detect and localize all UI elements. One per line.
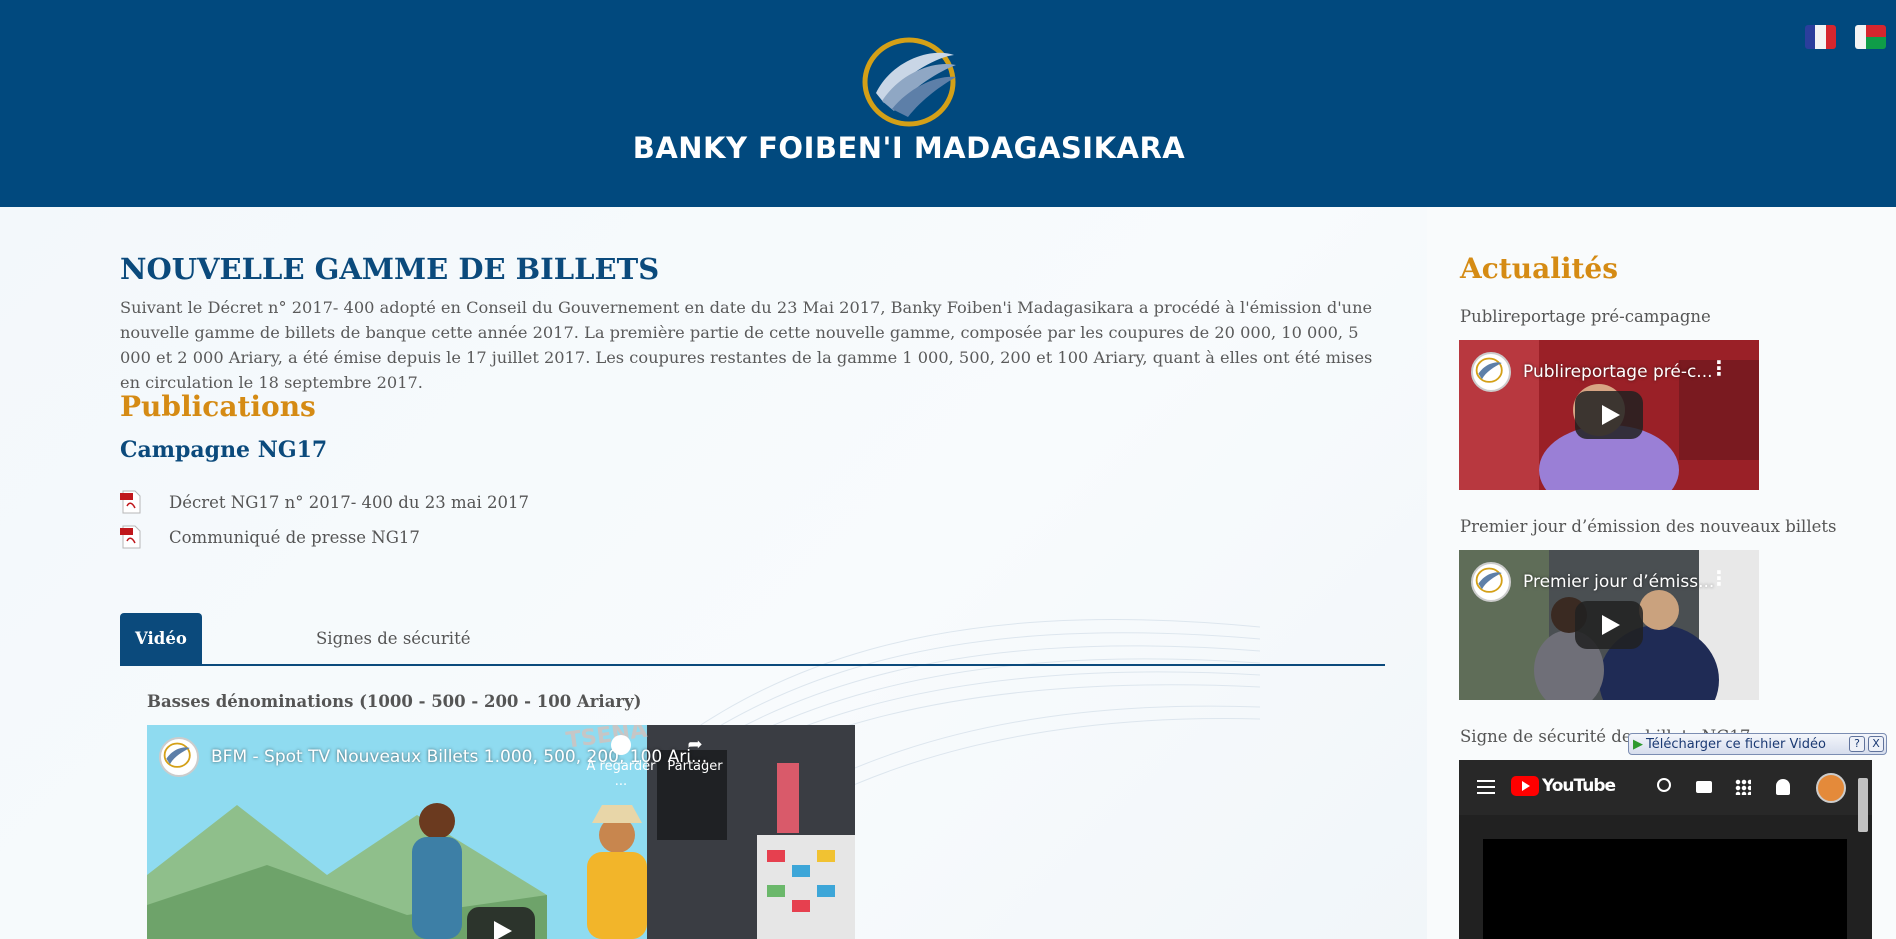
help-button[interactable]: ? <box>1849 736 1865 752</box>
document-label[interactable]: Décret NG17 n° 2017- 400 du 23 mai 2017 <box>169 493 529 512</box>
channel-avatar[interactable] <box>1471 562 1511 602</box>
news-caption: Premier jour d’émission des nouveaux bil… <box>1460 517 1837 536</box>
user-avatar[interactable] <box>1816 773 1846 803</box>
flag-madagascar-icon[interactable] <box>1855 25 1886 49</box>
share-label: Partager <box>667 759 723 774</box>
tab-security-signs[interactable]: Signes de sécurité <box>316 613 470 664</box>
news-heading: Actualités <box>1460 252 1618 285</box>
news-video-player[interactable]: Premier jour d’émiss... ⋮ <box>1459 550 1759 700</box>
bank-logo-icon[interactable] <box>862 35 957 128</box>
video-title[interactable]: Publireportage pré-c... <box>1523 362 1713 382</box>
more-options-icon[interactable]: ⋮ <box>1709 358 1729 378</box>
watch-later-label: À regarder ... <box>586 759 656 789</box>
video-caption: Basses dénominations (1000 - 500 - 200 -… <box>147 692 642 711</box>
video-title[interactable]: Premier jour d’émiss... <box>1523 572 1714 592</box>
video-title-bar: Publireportage pré-c... <box>1471 352 1713 392</box>
youtube-top-bar: YouTube <box>1459 760 1872 815</box>
share-button[interactable]: ➦ Partager <box>665 734 725 775</box>
document-label[interactable]: Communiqué de presse NG17 <box>169 528 420 547</box>
news-caption: Publireportage pré-campagne <box>1460 307 1711 326</box>
play-arrow-icon: ▶ <box>1633 736 1643 752</box>
download-video-bar[interactable]: ▶ Télécharger ce fichier Vidéo ? X <box>1628 733 1887 755</box>
watch-later-button[interactable]: À regarder ... <box>584 735 658 789</box>
download-label: Télécharger ce fichier Vidéo <box>1646 736 1826 752</box>
document-link-decree[interactable]: Décret NG17 n° 2017- 400 du 23 mai 2017 <box>120 489 529 515</box>
main-content: NOUVELLE GAMME DE BILLETS Suivant le Déc… <box>0 207 1427 939</box>
play-button[interactable] <box>1575 601 1643 649</box>
youtube-video-area[interactable] <box>1483 839 1847 939</box>
youtube-logo[interactable]: YouTube <box>1511 776 1616 796</box>
share-icon: ➦ <box>687 734 703 755</box>
close-button[interactable]: X <box>1868 736 1884 752</box>
brand-name[interactable]: BANKY FOIBEN'I MADAGASIKARA <box>0 131 1818 165</box>
tab-bar: Vidéo Signes de sécurité <box>120 613 1385 666</box>
clock-icon <box>611 735 631 755</box>
intro-paragraph: Suivant le Décret n° 2017- 400 adopté en… <box>120 298 1373 392</box>
youtube-wordmark: YouTube <box>1542 776 1616 796</box>
search-icon[interactable] <box>1657 778 1671 792</box>
page-title: NOUVELLE GAMME DE BILLETS <box>120 252 660 286</box>
play-button[interactable] <box>467 907 535 939</box>
channel-avatar[interactable] <box>1471 352 1511 392</box>
download-video-button[interactable]: ▶ Télécharger ce fichier Vidéo <box>1633 737 1826 752</box>
apps-grid-icon[interactable] <box>1735 779 1751 795</box>
flag-france-icon[interactable] <box>1805 25 1836 49</box>
document-link-press[interactable]: Communiqué de presse NG17 <box>120 524 420 550</box>
play-button[interactable] <box>1575 391 1643 439</box>
channel-avatar[interactable] <box>159 737 199 777</box>
notifications-icon[interactable] <box>1776 779 1790 795</box>
video-title-bar: Premier jour d’émiss... <box>1471 562 1714 602</box>
main-video-player[interactable]: TSENA BFM - Spot TV Nouveaux Billets 1.0… <box>147 725 855 939</box>
news-video-player[interactable]: Publireportage pré-c... ⋮ <box>1459 340 1759 490</box>
site-header: BANKY FOIBEN'I MADAGASIKARA <box>0 0 1896 207</box>
youtube-play-icon <box>1511 776 1539 796</box>
pdf-icon <box>120 490 141 514</box>
scrollbar[interactable] <box>1858 778 1868 832</box>
publications-heading: Publications <box>120 390 316 423</box>
youtube-embed[interactable]: YouTube <box>1459 760 1872 939</box>
pdf-icon <box>120 525 141 549</box>
create-video-icon[interactable] <box>1696 781 1712 793</box>
campaign-heading: Campagne NG17 <box>120 437 328 463</box>
more-options-icon[interactable]: ⋮ <box>1709 568 1729 588</box>
menu-icon[interactable] <box>1477 780 1495 794</box>
tab-video[interactable]: Vidéo <box>120 613 202 664</box>
